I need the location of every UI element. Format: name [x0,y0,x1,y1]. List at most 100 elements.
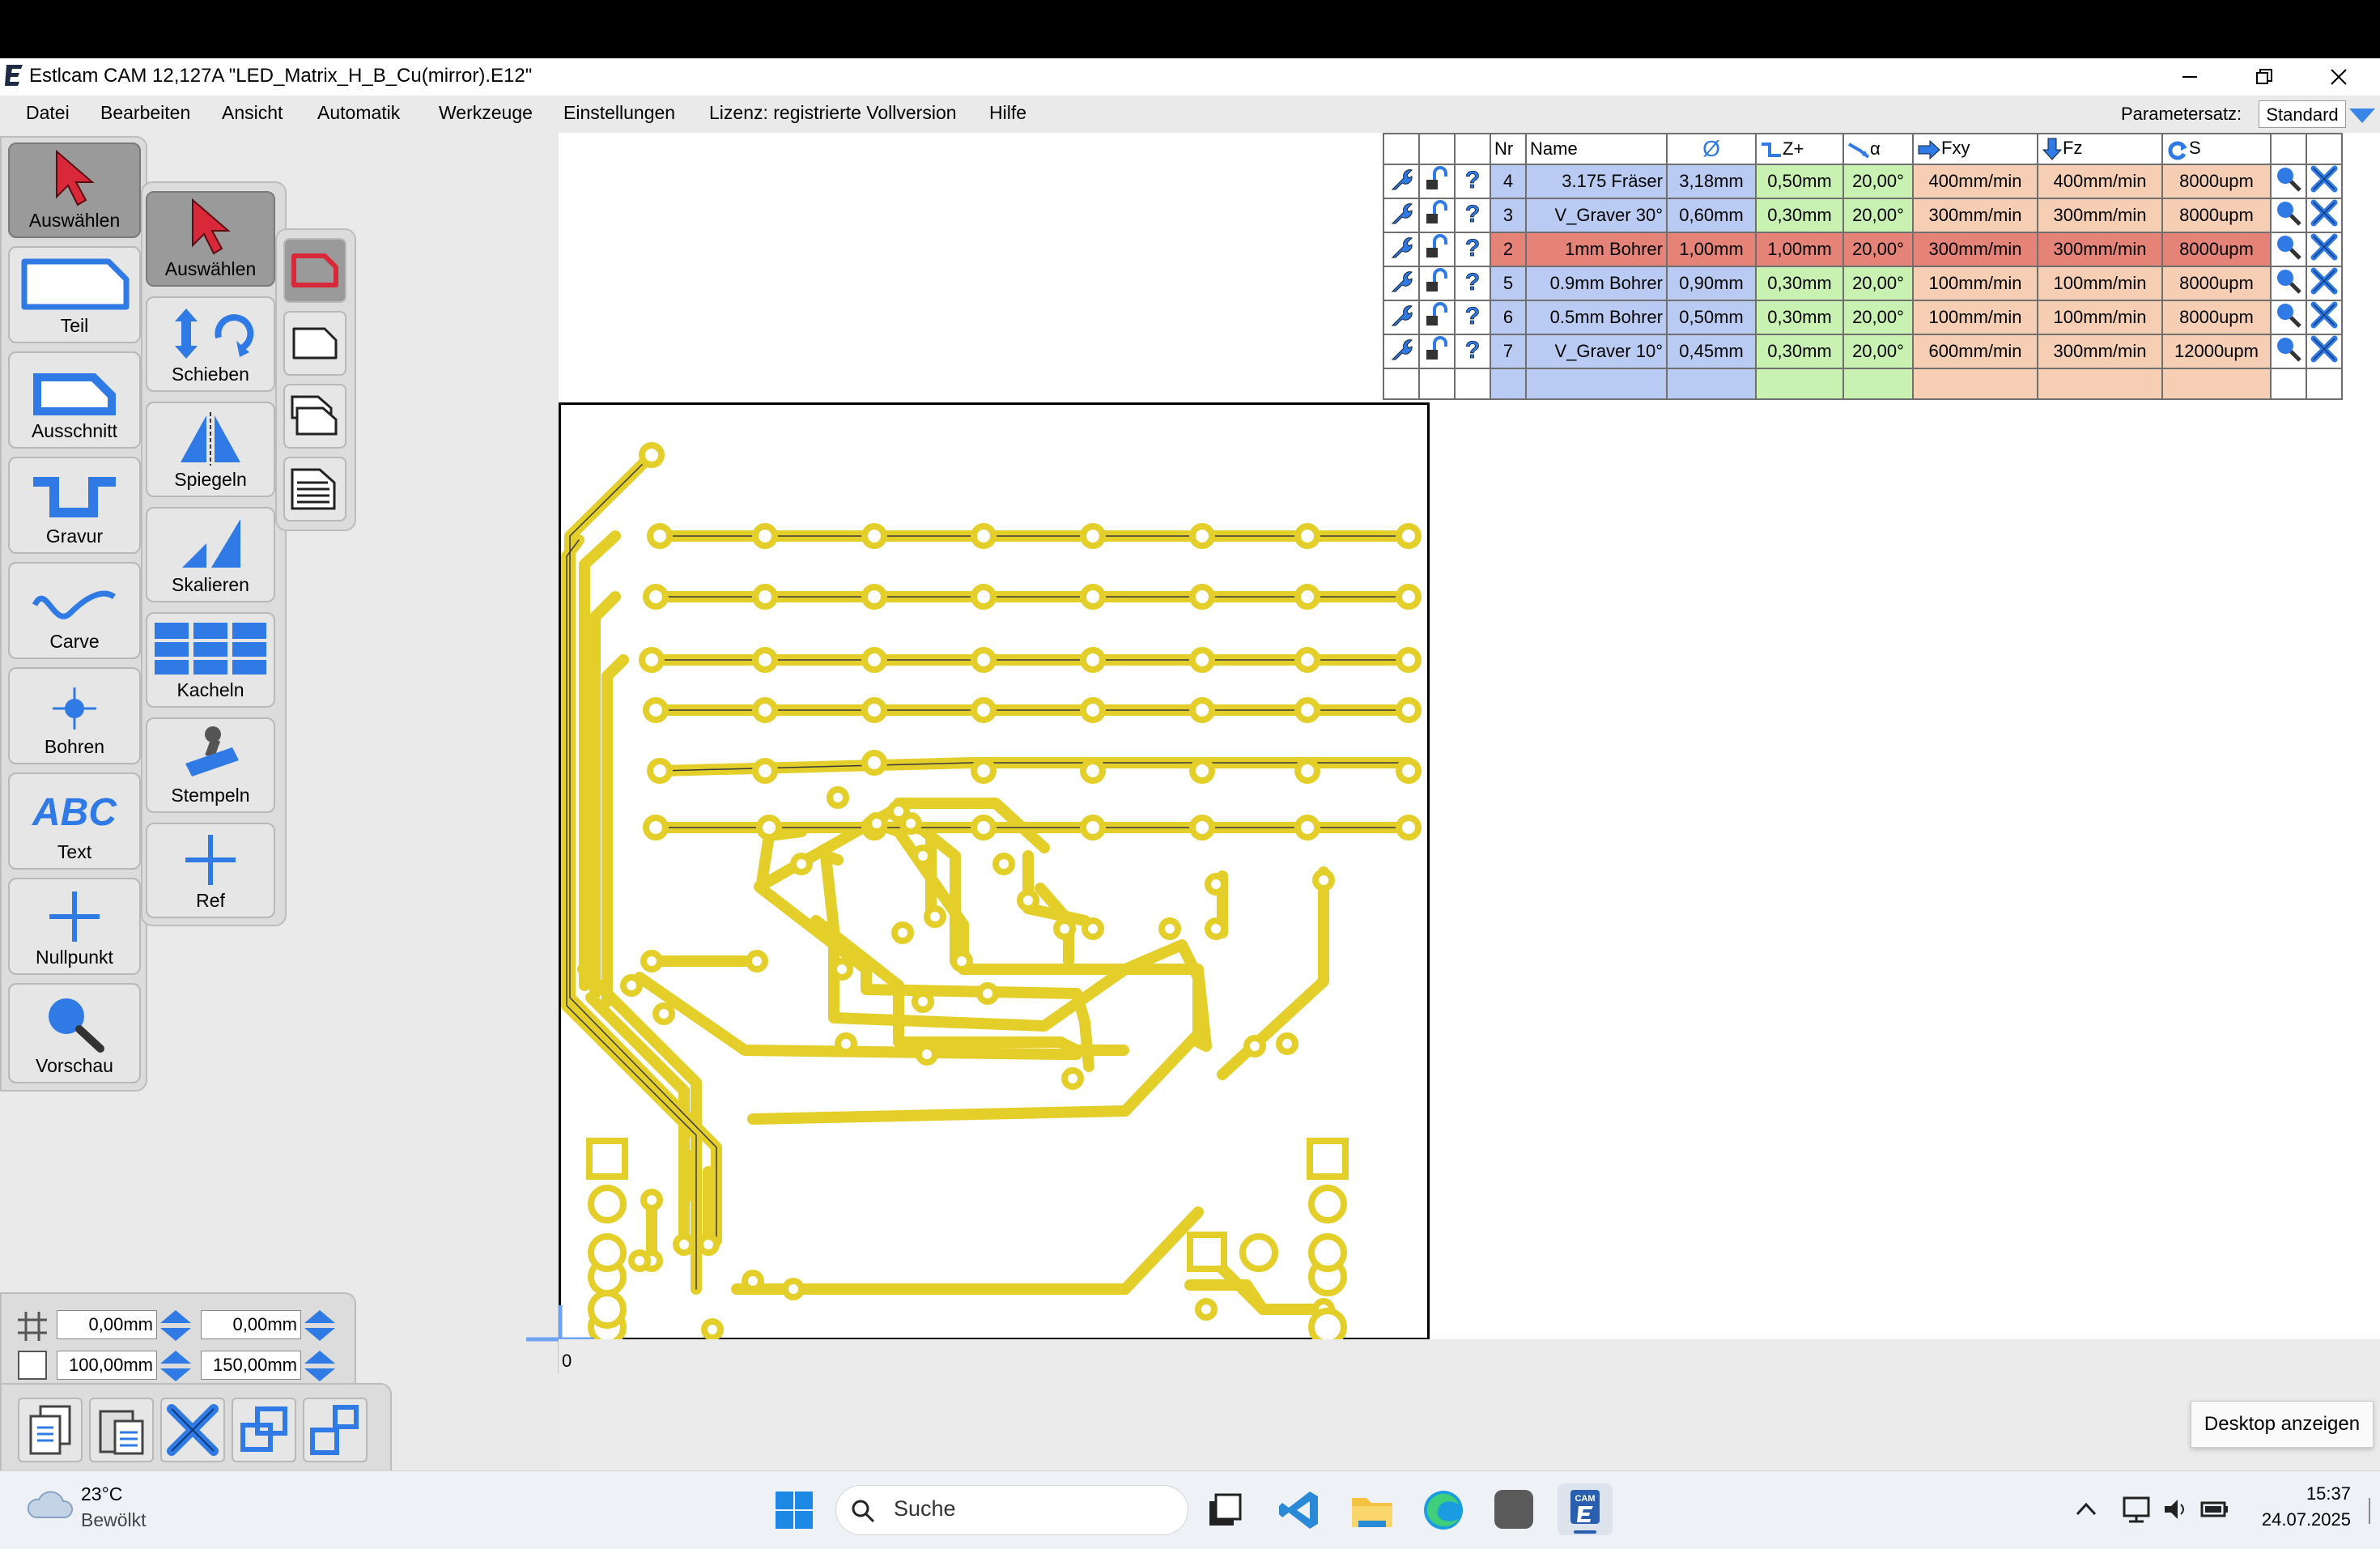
tool-z-step[interactable]: 0,30mm [1755,334,1844,369]
transform-scale-button[interactable]: Skalieren [146,507,275,602]
size-x-stepper-icon[interactable] [159,1349,193,1383]
grid-x-input[interactable]: 0,00mm [57,1310,157,1339]
tool-edit-button[interactable] [1383,266,1420,301]
tool-feed-z[interactable]: 300mm/min [2037,334,2163,369]
tool-pocket-button[interactable]: Ausschnitt [8,351,141,449]
tool-row[interactable]: ? 6 0.5mm Bohrer 0,50mm 0,30mm 20,00° 100mm/mi… [1383,300,2343,335]
show-desktop-edge[interactable] [2369,1498,2370,1524]
tool-carve-button[interactable]: Carve [8,562,141,659]
tool-delete-button[interactable] [2306,300,2343,335]
tool-delete-button[interactable] [2306,198,2343,233]
menu-einstellungen[interactable]: Einstellungen [563,102,675,124]
menu-lizenz[interactable]: Lizenz: registrierte Vollversion [709,102,957,124]
tool-lock-button[interactable] [1418,266,1456,301]
header-s[interactable]: S [2161,133,2272,165]
empty-cell[interactable] [1842,368,1914,400]
select-mode-text-button[interactable] [283,457,346,521]
tool-help-button[interactable]: ? [1454,164,1491,199]
tool-name[interactable]: 0.9mm Bohrer [1525,266,1668,301]
chevron-down-icon[interactable] [2348,105,2377,125]
tool-spindle-speed[interactable]: 8000upm [2161,232,2272,267]
size-checkbox[interactable] [18,1351,47,1380]
app-gray-icon[interactable] [1494,1490,1533,1529]
tool-diameter[interactable]: 3,18mm [1666,164,1757,199]
empty-cell[interactable] [2037,368,2163,400]
tool-angle[interactable]: 20,00° [1842,198,1914,233]
empty-cell[interactable] [1383,368,1420,400]
tool-z-step[interactable]: 0,30mm [1755,198,1844,233]
tool-feed-z[interactable]: 400mm/min [2037,164,2163,199]
grid-x-stepper-icon[interactable] [159,1309,193,1343]
empty-cell[interactable] [1666,368,1757,400]
tool-name[interactable]: 0.5mm Bohrer [1525,300,1668,335]
menu-datei[interactable]: Datei [26,102,70,124]
tool-feed-xy[interactable]: 400mm/min [1912,164,2038,199]
ungroup-button[interactable] [303,1398,368,1462]
select-mode-part-button[interactable] [283,238,346,303]
tool-delete-button[interactable] [2306,232,2343,267]
tool-help-button[interactable]: ? [1454,334,1491,369]
tool-feed-xy[interactable]: 600mm/min [1912,334,2038,369]
edge-browser-icon[interactable] [1422,1488,1465,1532]
tool-feed-xy[interactable]: 100mm/min [1912,300,2038,335]
transform-tile-button[interactable]: Kacheln [146,612,275,708]
tool-row-empty[interactable] [1383,368,2343,400]
header-fz[interactable]: Fz [2037,133,2163,165]
tool-help-button[interactable]: ? [1454,198,1491,233]
close-button[interactable] [2302,58,2375,96]
task-view-icon[interactable] [1205,1490,1245,1530]
menu-bearbeiten[interactable]: Bearbeiten [100,102,190,124]
weather-temp[interactable]: 23°C [81,1483,122,1505]
tool-drill-button[interactable]: Bohren [8,667,141,764]
tool-help-button[interactable]: ? [1454,232,1491,267]
tool-feed-z[interactable]: 100mm/min [2037,266,2163,301]
tool-angle[interactable]: 20,00° [1842,300,1914,335]
vscode-icon[interactable] [1277,1488,1321,1532]
tool-feed-xy[interactable]: 100mm/min [1912,266,2038,301]
header-diameter[interactable]: Ø [1666,133,1757,165]
size-y-input[interactable]: 150,00mm [201,1351,301,1380]
tool-spindle-speed[interactable]: 8000upm [2161,164,2272,199]
tool-nr[interactable]: 6 [1490,300,1527,335]
empty-cell[interactable] [1912,368,2038,400]
tool-row[interactable]: ? 2 1mm Bohrer 1,00mm 1,00mm 20,00° 300mm/min 3… [1383,232,2343,267]
clock-date[interactable]: 24.07.2025 [2247,1509,2351,1530]
tool-angle[interactable]: 20,00° [1842,266,1914,301]
tool-edit-button[interactable] [1383,198,1420,233]
header-z[interactable]: Z+ [1755,133,1844,165]
select-mode-stack-button[interactable] [283,384,346,449]
tool-zoom-button[interactable] [2270,232,2307,267]
tool-engrave-button[interactable]: Gravur [8,457,141,554]
tool-spindle-speed[interactable]: 8000upm [2161,198,2272,233]
tool-zoom-button[interactable] [2270,198,2307,233]
tool-lock-button[interactable] [1418,198,1456,233]
tool-edit-button[interactable] [1383,334,1420,369]
weather-desc[interactable]: Bewölkt [81,1509,147,1531]
tool-diameter[interactable]: 0,90mm [1666,266,1757,301]
menu-automatik[interactable]: Automatik [317,102,400,124]
tool-row[interactable]: ? 4 3.175 Fräser 3,18mm 0,50mm 20,00° 400mm/mi… [1383,164,2343,199]
size-x-input[interactable]: 100,00mm [57,1351,157,1380]
transform-move-button[interactable]: Schieben [146,296,275,392]
transform-stamp-button[interactable]: Stempeln [146,717,275,813]
copy-button[interactable] [18,1398,83,1462]
tool-spindle-speed[interactable]: 8000upm [2161,266,2272,301]
tool-spindle-speed[interactable]: 8000upm [2161,300,2272,335]
file-explorer-icon[interactable] [1349,1488,1396,1532]
tool-z-step[interactable]: 0,30mm [1755,266,1844,301]
tool-row[interactable]: ? 5 0.9mm Bohrer 0,90mm 0,30mm 20,00° 100mm/mi… [1383,266,2343,301]
tool-nr[interactable]: 2 [1490,232,1527,267]
tool-select-button[interactable]: Auswählen [8,143,141,238]
tool-feed-z[interactable]: 300mm/min [2037,232,2163,267]
tool-nr[interactable]: 3 [1490,198,1527,233]
tool-zoom-button[interactable] [2270,164,2307,199]
tool-angle[interactable]: 20,00° [1842,164,1914,199]
chevron-up-icon[interactable] [2074,1500,2098,1519]
tool-feed-z[interactable]: 300mm/min [2037,198,2163,233]
header-nr[interactable]: Nr [1490,133,1527,165]
tool-help-button[interactable]: ? [1454,266,1491,301]
estlcam-taskbar-button[interactable]: CAM [1558,1483,1613,1535]
menu-hilfe[interactable]: Hilfe [989,102,1026,124]
cloud-icon[interactable] [24,1487,74,1522]
tool-name[interactable]: 1mm Bohrer [1525,232,1668,267]
